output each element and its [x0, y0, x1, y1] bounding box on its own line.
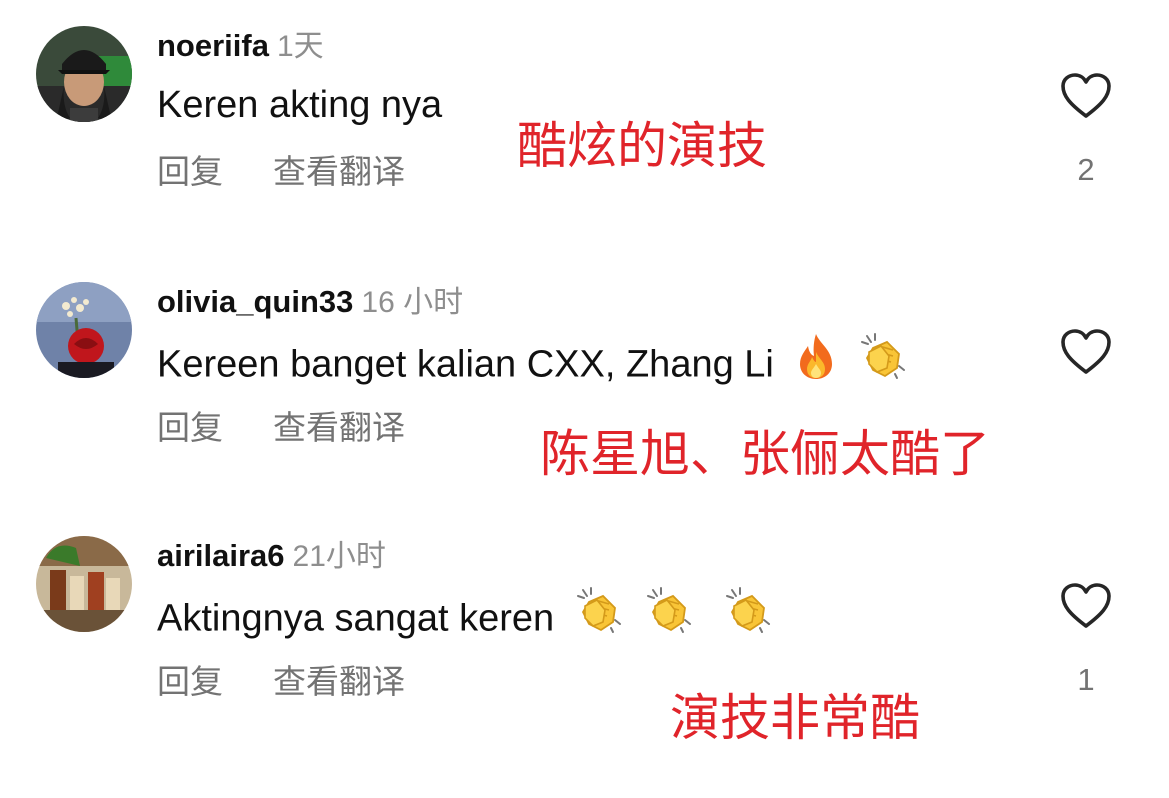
clapping-hands-emoji [575, 586, 625, 647]
comment-text-content: Keren akting nya [157, 84, 443, 126]
heart-outline-icon[interactable] [1060, 328, 1112, 376]
timestamp: 1天 [276, 30, 324, 63]
comment-actions: 回复 查看翻译 [157, 660, 405, 704]
see-translation-button[interactable]: 查看翻译 [273, 660, 405, 704]
username[interactable]: noeriifa [157, 28, 269, 63]
comment-text-content: Aktingnya sangat keren [157, 597, 555, 640]
like-count: 1 [1077, 662, 1095, 697]
username[interactable]: airilaira6 [157, 538, 285, 573]
reply-button[interactable]: 回复 [157, 150, 223, 194]
heart-outline-icon[interactable] [1060, 582, 1112, 630]
comment-text: Aktingnya sangat keren [157, 587, 774, 651]
comment-item: airilaira6 21小时 Aktingnya sangat keren 回… [0, 510, 1169, 760]
annotation-translation: 陈星旭、张俪太酷了 [540, 425, 990, 483]
comment-meta: olivia_quin33 16 小时 [157, 282, 463, 322]
avatar[interactable] [36, 282, 132, 378]
comment-text: Kereen banget kalian CXX, Zhang Li [157, 333, 909, 397]
avatar[interactable] [36, 26, 132, 122]
clapping-hands-emoji [859, 332, 909, 393]
comment-meta: airilaira6 21小时 [157, 536, 386, 576]
comment-meta: noeriifa 1天 [157, 26, 324, 66]
clapping-hands-emoji [724, 586, 774, 647]
reply-button[interactable]: 回复 [157, 660, 223, 704]
comment-actions: 回复 查看翻译 [157, 150, 405, 194]
like-count: 2 [1077, 152, 1095, 187]
username[interactable]: olivia_quin33 [157, 284, 353, 319]
comment-text: Keren akting nya [157, 80, 442, 130]
comment-actions: 回复 查看翻译 [157, 406, 405, 450]
comment-text-content: Kereen banget kalian CXX, Zhang Li [157, 343, 774, 386]
clapping-hands-emoji [645, 586, 695, 647]
annotation-translation: 酷炫的演技 [517, 117, 767, 175]
annotation-translation: 演技非常酷 [670, 689, 920, 747]
timestamp: 16 小时 [361, 286, 464, 319]
heart-outline-icon[interactable] [1060, 72, 1112, 120]
fire-emoji [794, 332, 838, 393]
reply-button[interactable]: 回复 [157, 406, 223, 450]
see-translation-button[interactable]: 查看翻译 [273, 406, 405, 450]
avatar[interactable] [36, 536, 132, 632]
timestamp: 21小时 [292, 540, 386, 573]
see-translation-button[interactable]: 查看翻译 [273, 150, 405, 194]
